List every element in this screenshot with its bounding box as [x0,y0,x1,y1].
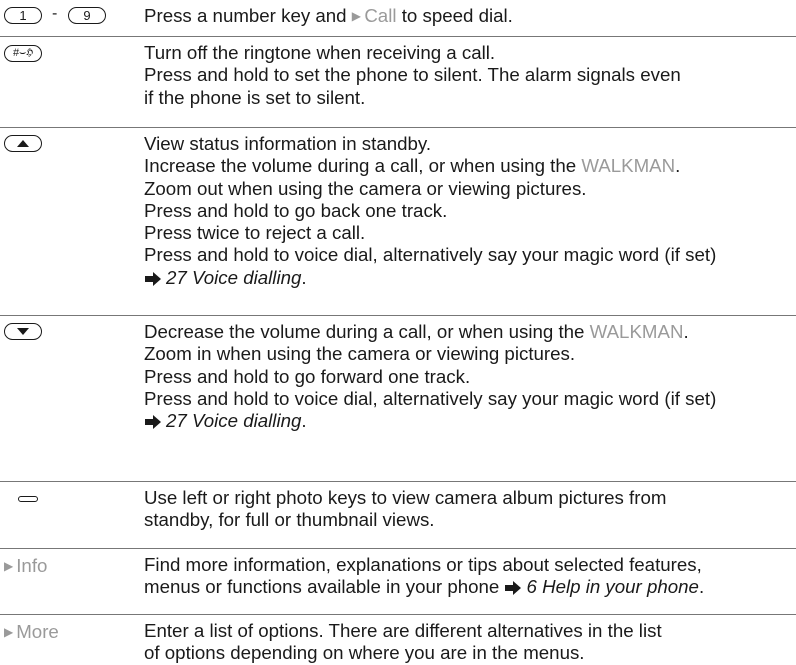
key-cell: #⌣ℌ [0,37,140,128]
description-line: Find more information, explanations or t… [144,554,702,575]
text: Press a number key and [144,5,352,26]
table-row: ▶ More Enter a list of options. There are … [0,614,796,663]
key-function-table: 1 - 9 Press a number key and ▶ Call to spee… [0,0,796,663]
description-line: Use left or right photo keys to view cam… [144,487,667,508]
reference-arrow-icon [145,415,161,430]
description-line: Press and hold to go forward one track. [144,365,471,387]
description-line: of options depending on where you are in… [144,642,585,664]
table-row: #⌣ℌ Turn off the ringtone when receiving … [0,36,796,127]
call-softkey-label: Call [364,5,397,26]
table-row: Use left or right photo keys to view cam… [0,481,796,548]
play-triangle-icon: ▶ [351,9,365,23]
description-line: Increase the volume during a call, or wh… [144,155,796,177]
text: . [301,266,307,288]
description-line: Zoom out when using the camera or viewin… [144,177,587,199]
description-line: Press and hold to voice dial, alternativ… [144,244,717,266]
text: . [301,410,307,432]
page-reference: 27 Voice dialling [166,266,302,288]
softkey-label: Info [16,555,48,576]
up-arrow-icon [4,135,42,152]
hash-key: #⌣ℌ [4,45,42,62]
description-line: 27 Voice dialling. [144,267,796,289]
reference-arrow-icon [505,581,522,596]
description-line: if the phone is set to silent. [144,86,366,108]
description-line: Enter a list of options. There are diffe… [144,620,662,641]
softkey-label: More [16,621,59,642]
description-line: Decrease the volume during a call, or wh… [144,321,796,343]
walkman-label: WALKMAN [589,321,684,342]
text: . [698,576,705,598]
text: . [683,321,689,342]
description-line: standby, for full or thumbnail views. [144,509,435,531]
number-key-9: 9 [68,7,106,24]
description-line: Press and hold to voice dial, alternativ… [144,387,717,409]
description-line: Press twice to reject a call. [144,222,366,244]
key-cell: ▶ Info [0,549,140,615]
description-line: 27 Voice dialling. [144,410,796,432]
table-row: Decrease the volume during a call, or wh… [0,315,796,481]
text: Increase the volume during a call, or wh… [144,155,582,177]
softkey-info: ▶ Info [4,555,47,577]
key-label: 1 [19,8,27,23]
key-cell [0,482,140,549]
description: Use left or right photo keys to view cam… [144,487,796,532]
number-key-1: 1 [4,7,42,24]
text: Decrease the volume during a call, or wh… [144,321,590,342]
key-cell [0,316,140,482]
description: View status information in standby. Incre… [144,133,796,289]
description: Press a number key and ▶ Call to speed d… [144,5,796,27]
description: Decrease the volume during a call, or wh… [144,321,796,432]
description-line: menus or functions available in your pho… [144,576,796,598]
play-triangle-icon: ▶ [4,559,14,573]
play-triangle-icon: ▶ [4,625,14,639]
page-reference: 6 Help in your phone [526,576,699,598]
description-line: View status information in standby. [144,133,432,154]
text: menus or functions available in your pho… [144,576,505,598]
description-line: Turn off the ringtone when receiving a c… [144,42,496,63]
walkman-label: WALKMAN [581,155,676,177]
description-line: Press and hold to set the phone to silen… [144,64,681,86]
key-cell [0,128,140,316]
table-row: ▶ Info Find more information, explanations… [0,548,796,614]
description-line: Zoom in when using the camera or viewing… [144,343,576,365]
description: Turn off the ringtone when receiving a c… [144,42,796,109]
down-arrow-icon [4,323,42,340]
description-line: Press and hold to go back one track. [144,199,448,221]
page-reference: 27 Voice dialling [166,410,302,432]
key-cell: 1 - 9 [0,0,140,36]
table-row: View status information in standby. Incre… [0,127,796,315]
description-line: Press a number key and ▶ Call to speed d… [144,5,796,27]
table-row: 1 - 9 Press a number key and ▶ Call to spee… [0,0,796,36]
description: Find more information, explanations or t… [144,554,796,599]
key-range-separator: - [52,5,58,22]
reference-arrow-icon [145,271,161,286]
softkey-more: ▶ More [4,621,59,643]
text: . [675,155,681,177]
key-label: #⌣ℌ [12,47,34,59]
photo-key-icon [18,496,38,502]
key-label: 9 [83,8,91,23]
text: to speed dial. [396,5,513,26]
key-cell: ▶ More [0,615,140,655]
